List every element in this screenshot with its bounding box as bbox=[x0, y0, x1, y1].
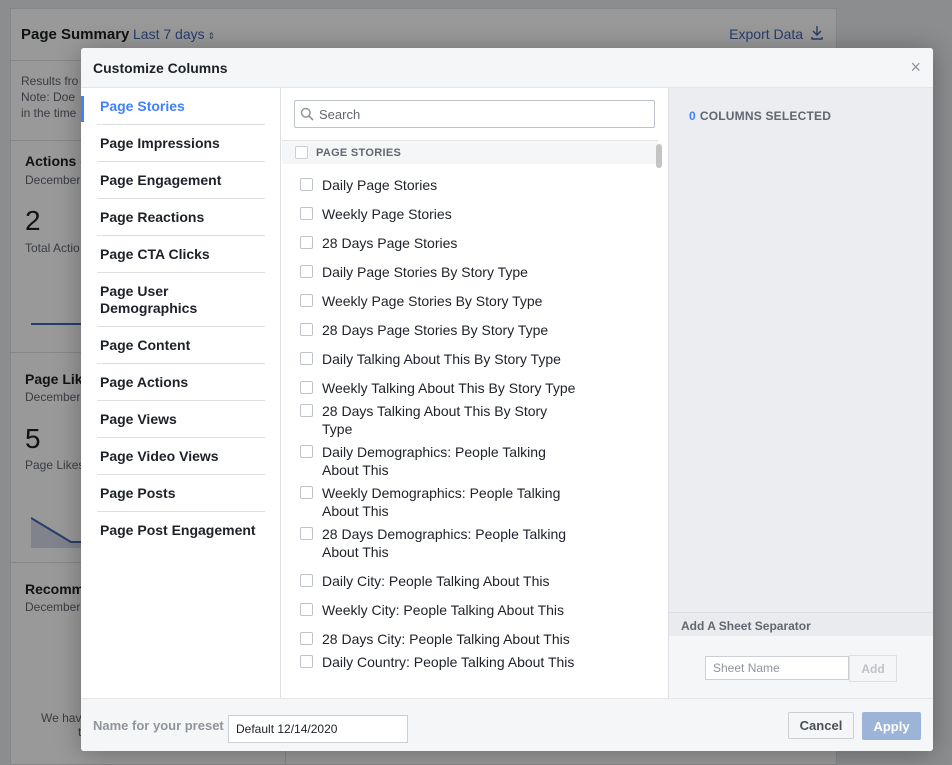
nav-item-page-post-engagement[interactable]: Page Post Engagement bbox=[97, 512, 265, 548]
search-box bbox=[294, 100, 655, 128]
list-item[interactable]: Weekly Page Stories bbox=[282, 205, 658, 223]
item-checkbox[interactable] bbox=[300, 265, 313, 278]
item-label: 28 Days Talking About This By Story Type bbox=[322, 403, 548, 437]
item-checkbox[interactable] bbox=[300, 323, 313, 336]
nav-item-page-reactions[interactable]: Page Reactions bbox=[97, 199, 265, 236]
nav-item-page-views[interactable]: Page Views bbox=[97, 401, 265, 438]
dialog-header: Customize Columns × bbox=[81, 48, 933, 88]
item-label: Weekly Demographics: People Talking Abou… bbox=[322, 485, 561, 519]
list-scrollbar[interactable] bbox=[656, 144, 662, 168]
category-nav: Page Stories Page Impressions Page Engag… bbox=[81, 88, 281, 698]
nav-item-page-stories[interactable]: Page Stories bbox=[97, 88, 265, 125]
dialog-title: Customize Columns bbox=[93, 60, 228, 76]
item-label: 28 Days Page Stories bbox=[322, 235, 458, 251]
item-label: Weekly Page Stories bbox=[322, 206, 452, 222]
add-separator-button[interactable]: Add bbox=[849, 655, 897, 682]
item-label: Weekly Talking About This By Story Type bbox=[322, 380, 576, 396]
list-item[interactable]: Weekly Talking About This By Story Type bbox=[282, 379, 658, 397]
list-item[interactable]: Daily Talking About This By Story Type bbox=[282, 350, 658, 368]
nav-item-page-impressions[interactable]: Page Impressions bbox=[97, 125, 265, 162]
dialog-footer: Name for your preset Cancel Apply bbox=[81, 698, 933, 751]
customize-columns-dialog: Customize Columns × Page Stories Page Im… bbox=[81, 48, 933, 751]
item-checkbox[interactable] bbox=[300, 178, 313, 191]
sheet-separator-label: Add A Sheet Separator bbox=[681, 619, 811, 633]
preset-name-input[interactable] bbox=[228, 715, 408, 743]
list-item[interactable]: 28 Days Page Stories By Story Type bbox=[282, 321, 658, 339]
list-item[interactable]: Daily Country: People Talking About This bbox=[282, 653, 658, 671]
sheet-name-input[interactable] bbox=[705, 656, 849, 680]
selected-label: COLUMNS SELECTED bbox=[699, 109, 832, 123]
item-label: 28 Days Page Stories By Story Type bbox=[322, 322, 549, 338]
nav-item-page-engagement[interactable]: Page Engagement bbox=[97, 162, 265, 199]
item-checkbox[interactable] bbox=[300, 655, 313, 668]
selected-columns-panel: 0 COLUMNS SELECTED Add A Sheet Separator … bbox=[668, 88, 933, 698]
search-icon bbox=[300, 107, 314, 121]
list-item[interactable]: Daily Page Stories bbox=[282, 176, 658, 194]
item-checkbox[interactable] bbox=[300, 404, 313, 417]
close-icon[interactable]: × bbox=[910, 58, 921, 76]
item-label: Daily City: People Talking About This bbox=[322, 573, 550, 589]
nav-item-page-actions[interactable]: Page Actions bbox=[97, 364, 265, 401]
item-checkbox[interactable] bbox=[300, 207, 313, 220]
list-item[interactable]: Daily Page Stories By Story Type bbox=[282, 263, 658, 281]
list-item[interactable]: 28 Days Page Stories bbox=[282, 234, 658, 252]
metric-list-panel: PAGE STORIES Daily Page Stories Weekly P… bbox=[282, 88, 668, 698]
section-header: PAGE STORIES bbox=[282, 140, 658, 164]
item-label: Daily Country: People Talking About This bbox=[322, 654, 575, 670]
sheet-separator-header: Add A Sheet Separator bbox=[669, 612, 933, 636]
item-label: Daily Page Stories By Story Type bbox=[322, 264, 528, 280]
nav-item-page-content[interactable]: Page Content bbox=[97, 327, 265, 364]
item-label: Daily Demographics: People Talking About… bbox=[322, 444, 546, 478]
item-checkbox[interactable] bbox=[300, 236, 313, 249]
list-item[interactable]: Weekly City: People Talking About This bbox=[282, 601, 658, 619]
selected-number: 0 bbox=[689, 109, 696, 123]
list-item[interactable]: 28 Days City: People Talking About This bbox=[282, 630, 658, 648]
item-label: Weekly City: People Talking About This bbox=[322, 602, 565, 618]
item-label: Weekly Page Stories By Story Type bbox=[322, 293, 543, 309]
item-label: 28 Days City: People Talking About This bbox=[322, 631, 570, 647]
sheet-separator-form: Add bbox=[669, 636, 933, 698]
apply-button[interactable]: Apply bbox=[862, 712, 921, 740]
list-item[interactable]: Weekly Page Stories By Story Type bbox=[282, 292, 658, 310]
list-item[interactable]: 28 Days Talking About This By Story Type bbox=[282, 402, 658, 438]
item-checkbox[interactable] bbox=[300, 294, 313, 307]
cancel-button[interactable]: Cancel bbox=[788, 712, 854, 739]
metric-list: Daily Page Stories Weekly Page Stories 2… bbox=[282, 176, 658, 698]
category-list: Page Stories Page Impressions Page Engag… bbox=[97, 88, 265, 548]
nav-item-page-posts[interactable]: Page Posts bbox=[97, 475, 265, 512]
item-checkbox[interactable] bbox=[300, 632, 313, 645]
preset-name-label: Name for your preset bbox=[93, 718, 224, 733]
item-label: Daily Page Stories bbox=[322, 177, 438, 193]
item-checkbox[interactable] bbox=[300, 527, 313, 540]
list-item[interactable]: Weekly Demographics: People Talking Abou… bbox=[282, 484, 658, 520]
search-input[interactable] bbox=[319, 101, 649, 127]
item-label: Daily Talking About This By Story Type bbox=[322, 351, 561, 367]
active-indicator bbox=[81, 96, 84, 122]
item-checkbox[interactable] bbox=[300, 352, 313, 365]
item-label: 28 Days Demographics: People Talking Abo… bbox=[322, 526, 567, 560]
list-item[interactable]: Daily City: People Talking About This bbox=[282, 572, 658, 590]
item-checkbox[interactable] bbox=[300, 381, 313, 394]
nav-item-page-user-demographics[interactable]: Page User Demographics bbox=[97, 273, 265, 327]
columns-selected-count: 0 COLUMNS SELECTED bbox=[689, 109, 831, 123]
list-item[interactable]: 28 Days Demographics: People Talking Abo… bbox=[282, 525, 658, 561]
item-checkbox[interactable] bbox=[300, 574, 313, 587]
item-checkbox[interactable] bbox=[300, 445, 313, 458]
nav-item-page-cta-clicks[interactable]: Page CTA Clicks bbox=[97, 236, 265, 273]
item-checkbox[interactable] bbox=[300, 603, 313, 616]
section-header-label: PAGE STORIES bbox=[316, 147, 402, 159]
list-item[interactable]: Daily Demographics: People Talking About… bbox=[282, 443, 658, 479]
nav-item-page-video-views[interactable]: Page Video Views bbox=[97, 438, 265, 475]
select-all-checkbox[interactable] bbox=[295, 146, 308, 159]
item-checkbox[interactable] bbox=[300, 486, 313, 499]
